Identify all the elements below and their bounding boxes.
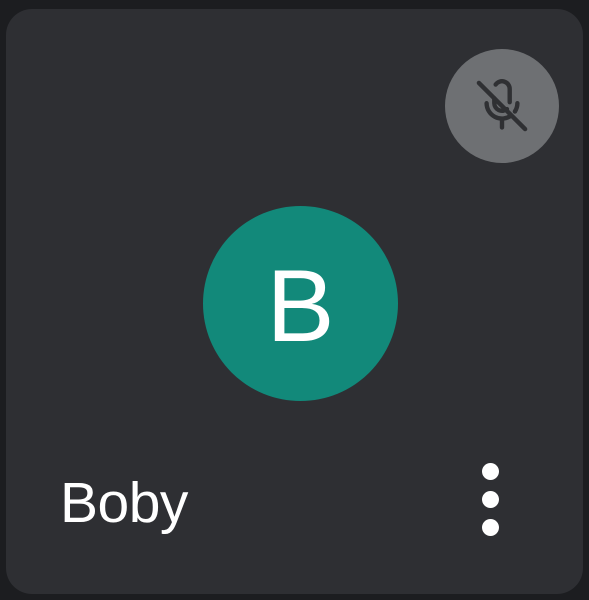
- mic-off-indicator: [445, 49, 559, 163]
- more-options-button[interactable]: [464, 451, 516, 547]
- avatar: B: [203, 206, 398, 401]
- avatar-initial: B: [266, 248, 335, 363]
- more-vertical-icon-dot: [481, 518, 499, 536]
- more-vertical-icon-dot: [481, 490, 499, 508]
- participant-name: Boby: [60, 471, 188, 535]
- more-vertical-icon-dot: [481, 462, 499, 480]
- participant-tile: B Boby: [6, 9, 583, 594]
- mic-off-icon: [469, 73, 535, 139]
